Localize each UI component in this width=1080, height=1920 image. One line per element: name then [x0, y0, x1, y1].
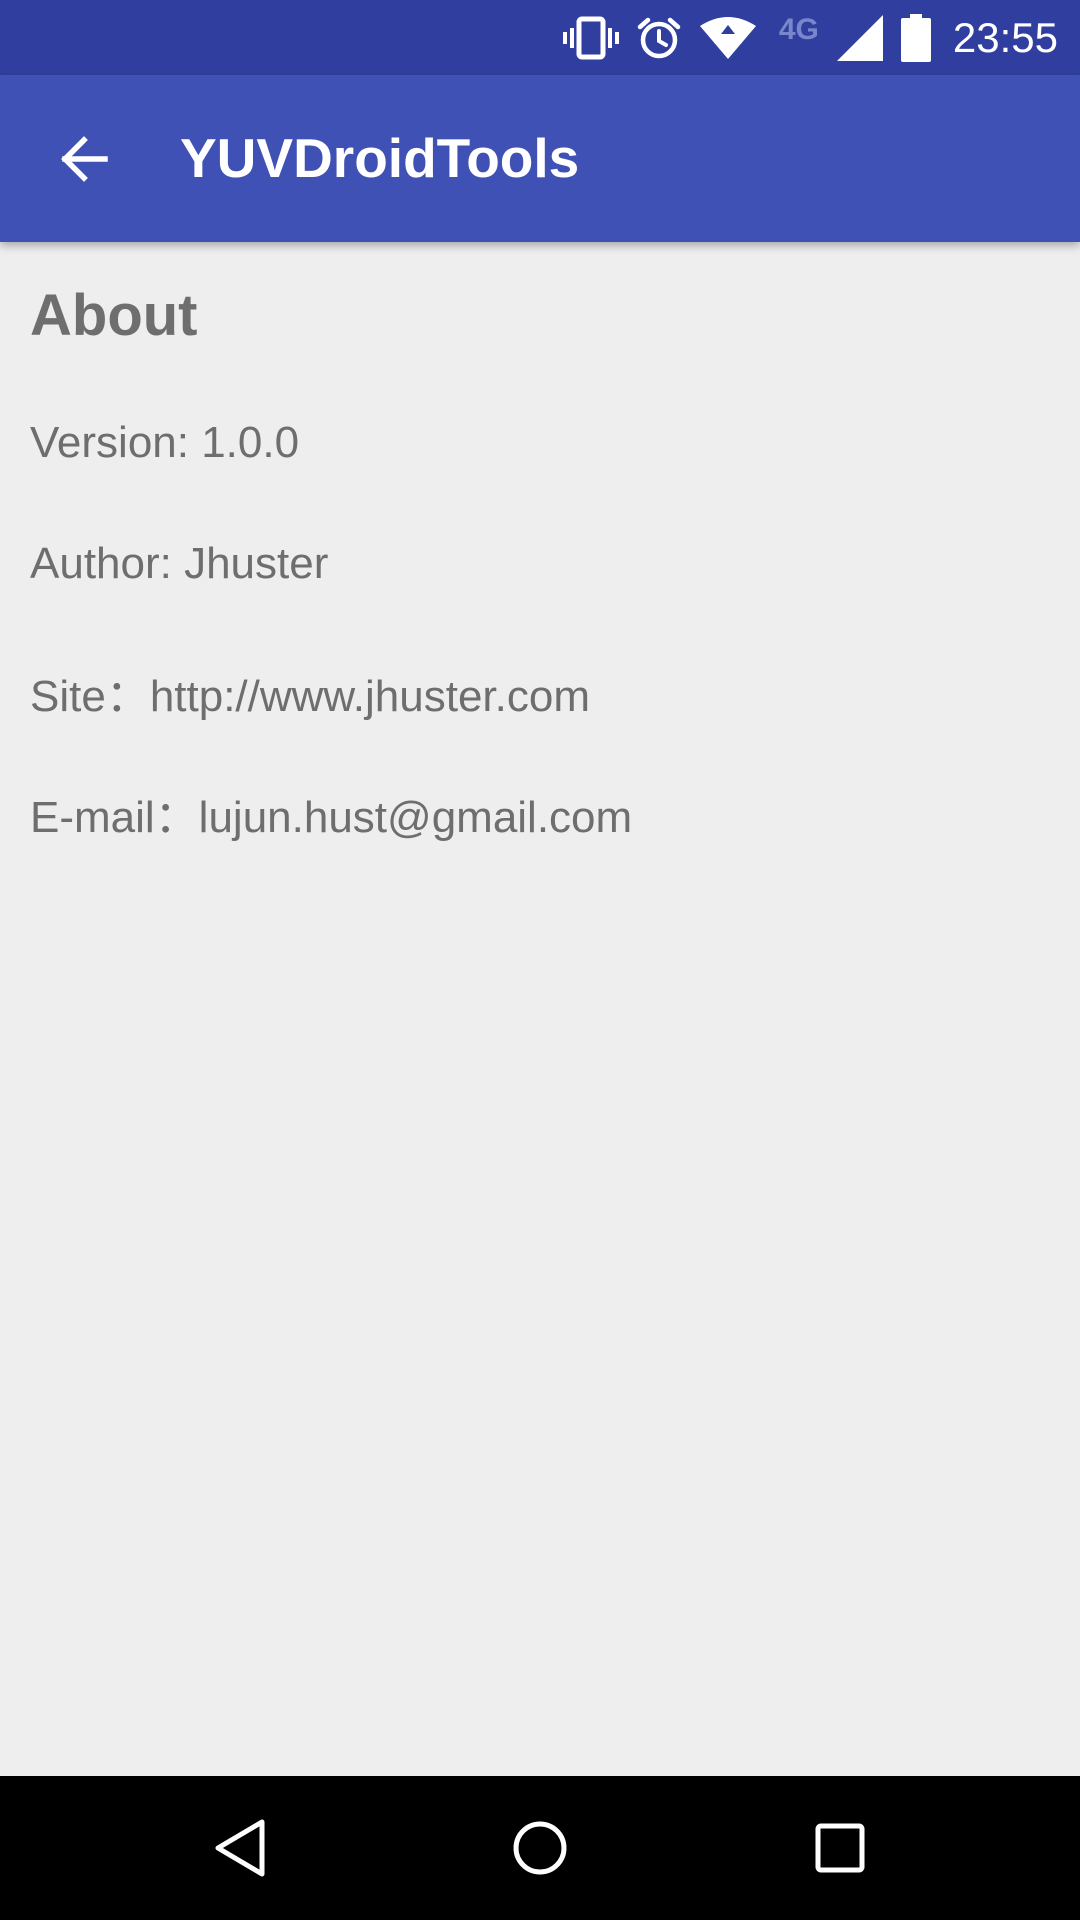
email-text: E-mail：lujun.hust@gmail.com — [30, 793, 633, 842]
site-text: Site：http://www.jhuster.com — [30, 672, 590, 721]
version-text: Version: 1.0.0 — [30, 418, 300, 467]
arrow-back-icon — [59, 134, 109, 184]
navigation-bar — [0, 1776, 1080, 1920]
app-bar: YUVDroidTools — [0, 75, 1080, 242]
nav-back-button[interactable] — [168, 1776, 312, 1920]
status-icons: 4G 23:55 — [545, 0, 1058, 75]
wifi-icon — [699, 16, 757, 60]
signal-icon — [836, 14, 883, 61]
network-type-label: 4G — [778, 12, 819, 46]
page-title: About — [30, 283, 198, 348]
nav-back-icon — [212, 1818, 268, 1878]
status-clock: 23:55 — [952, 13, 1058, 61]
nav-home-icon — [511, 1819, 569, 1877]
screen: 4G 23:55 YUVDroidTools About Version: 1.… — [0, 0, 1080, 1920]
vibrate-icon — [562, 16, 619, 60]
battery-icon — [900, 13, 931, 62]
author-text: Author: Jhuster — [30, 539, 329, 588]
app-title: YUVDroidTools — [180, 127, 580, 189]
back-button[interactable] — [42, 117, 126, 201]
nav-recents-icon — [814, 1822, 866, 1874]
nav-recents-button[interactable] — [768, 1776, 912, 1920]
nav-home-button[interactable] — [468, 1776, 612, 1920]
status-bar: 4G 23:55 — [0, 0, 1080, 75]
alarm-icon — [637, 16, 681, 60]
